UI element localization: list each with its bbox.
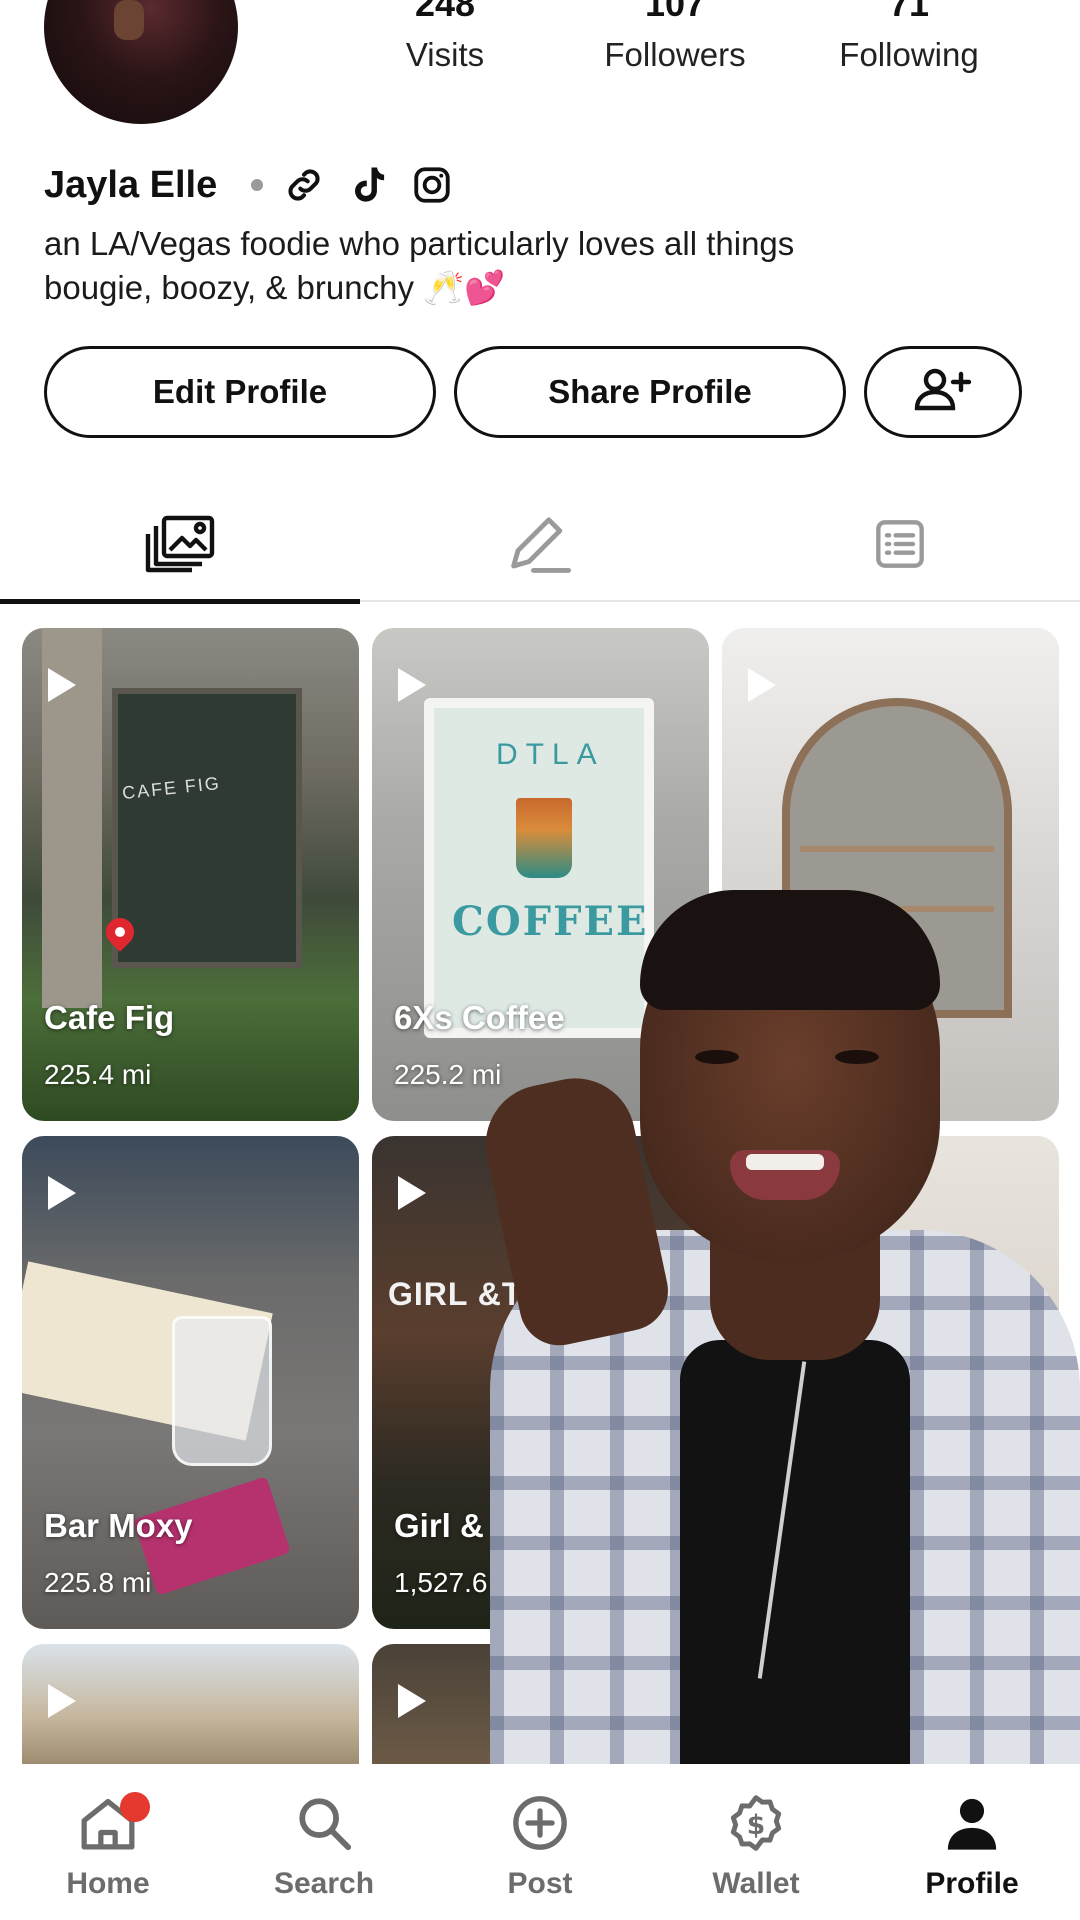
notification-badge — [120, 1792, 150, 1822]
post-distance: 2 — [744, 1059, 760, 1090]
stat-following[interactable]: 71 Following — [794, 0, 1024, 74]
stat-visits[interactable]: 248 Visits — [330, 0, 560, 74]
play-icon — [48, 1176, 76, 1210]
bio-line-2: bougie, boozy, & brunchy 🥂💕 — [44, 269, 506, 306]
link-icon[interactable] — [281, 162, 327, 208]
play-icon — [398, 1176, 426, 1210]
tab-media[interactable] — [0, 490, 360, 604]
coffee-signboard: DTLA COFFEE — [424, 698, 654, 1038]
pencil-icon — [507, 513, 573, 580]
profile-stats: 248 Visits 107 Followers 71 Following — [330, 0, 1080, 90]
nav-home[interactable]: Home — [0, 1764, 216, 1920]
building-window — [112, 688, 302, 968]
nav-profile-label: Profile — [925, 1867, 1019, 1900]
bottom-nav: Home Search Post $ Wallet Profile — [0, 1764, 1080, 1920]
plus-circle-icon — [509, 1794, 571, 1857]
stat-following-value: 71 — [888, 0, 930, 22]
stat-followers-label: Followers — [604, 36, 746, 73]
play-icon — [48, 668, 76, 702]
post-card[interactable]: Bar Moxy 225.8 mi — [22, 1136, 359, 1629]
play-icon — [398, 1684, 426, 1718]
nav-post-label: Post — [507, 1867, 573, 1900]
restaurant-sign: GIRL &TH — [388, 1276, 547, 1312]
stat-following-label: Following — [839, 36, 979, 73]
post-title: Bar Moxy — [44, 1507, 193, 1544]
stat-visits-label: Visits — [405, 36, 485, 73]
post-card[interactable]: A 2 — [722, 628, 1059, 1121]
post-card[interactable]: GIRL &TH Girl & 1,527.6 — [372, 1136, 709, 1629]
post-card[interactable]: CAFE FIG Cafe Fig 225.4 mi — [22, 628, 359, 1121]
profile-name-row: Jayla Elle — [44, 160, 473, 210]
post-title: A — [744, 999, 768, 1036]
shelf — [800, 906, 994, 912]
svg-text:$: $ — [747, 1810, 766, 1841]
profile-name: Jayla Elle — [44, 163, 218, 206]
sign-coffee: COFFEE — [452, 898, 649, 945]
post-card[interactable]: DTLA COFFEE 6Xs Coffee 225.2 mi — [372, 628, 709, 1121]
post-card[interactable] — [372, 1644, 709, 1764]
share-profile-button[interactable]: Share Profile — [454, 346, 846, 438]
person-icon — [941, 1794, 1003, 1857]
bio-line-1: an LA/Vegas foodie who particularly love… — [44, 225, 795, 262]
list-icon — [874, 518, 926, 575]
profile-actions: Edit Profile Share Profile — [44, 346, 1022, 438]
instagram-icon[interactable] — [409, 162, 455, 208]
post-distance: 225.8 mi — [44, 1567, 152, 1598]
profile-bio: an LA/Vegas foodie who particularly love… — [44, 222, 944, 310]
arch-shelf — [782, 698, 1012, 1018]
play-icon — [398, 668, 426, 702]
coffee-cup-graphic — [516, 798, 572, 878]
tab-lists[interactable] — [720, 490, 1080, 602]
post-distance: 1,527.6 — [394, 1567, 488, 1598]
play-icon — [748, 1176, 776, 1210]
play-icon — [48, 1684, 76, 1718]
nav-wallet[interactable]: $ Wallet — [648, 1764, 864, 1920]
stat-followers-value: 107 — [644, 0, 706, 22]
shelf — [800, 846, 994, 852]
stat-followers[interactable]: 107 Followers — [560, 0, 790, 74]
avatar-hand — [114, 0, 144, 40]
gallery-icon — [144, 514, 216, 579]
post-title: Girl & — [394, 1507, 484, 1544]
nav-profile[interactable]: Profile — [864, 1764, 1080, 1920]
profile-avatar[interactable] — [44, 0, 238, 124]
tab-reviews[interactable] — [360, 490, 720, 602]
separator-dot — [251, 179, 264, 191]
nav-search-label: Search — [273, 1867, 375, 1900]
nav-home-label: Home — [66, 1867, 150, 1900]
post-card[interactable] — [22, 1644, 359, 1764]
post-distance: 225.4 mi — [44, 1059, 152, 1090]
add-friend-button[interactable] — [864, 346, 1022, 438]
nav-search[interactable]: Search — [216, 1764, 432, 1920]
search-icon — [293, 1794, 355, 1857]
nav-wallet-label: Wallet — [712, 1867, 800, 1900]
stat-visits-value: 248 — [414, 0, 476, 22]
wallet-dollar-icon: $ — [725, 1794, 787, 1857]
post-card[interactable] — [722, 1136, 1059, 1629]
profile-tabs — [0, 490, 1080, 604]
post-title: 6Xs Coffee — [394, 999, 565, 1036]
water-glass — [172, 1316, 272, 1466]
sign-dtla: DTLA — [496, 738, 605, 771]
edit-profile-button[interactable]: Edit Profile — [44, 346, 436, 438]
play-icon — [748, 668, 776, 702]
nav-post[interactable]: Post — [432, 1764, 648, 1920]
post-title: Cafe Fig — [44, 999, 175, 1036]
add-person-icon — [913, 363, 973, 421]
tiktok-icon[interactable] — [345, 162, 391, 208]
post-distance: 225.2 mi — [394, 1059, 502, 1090]
